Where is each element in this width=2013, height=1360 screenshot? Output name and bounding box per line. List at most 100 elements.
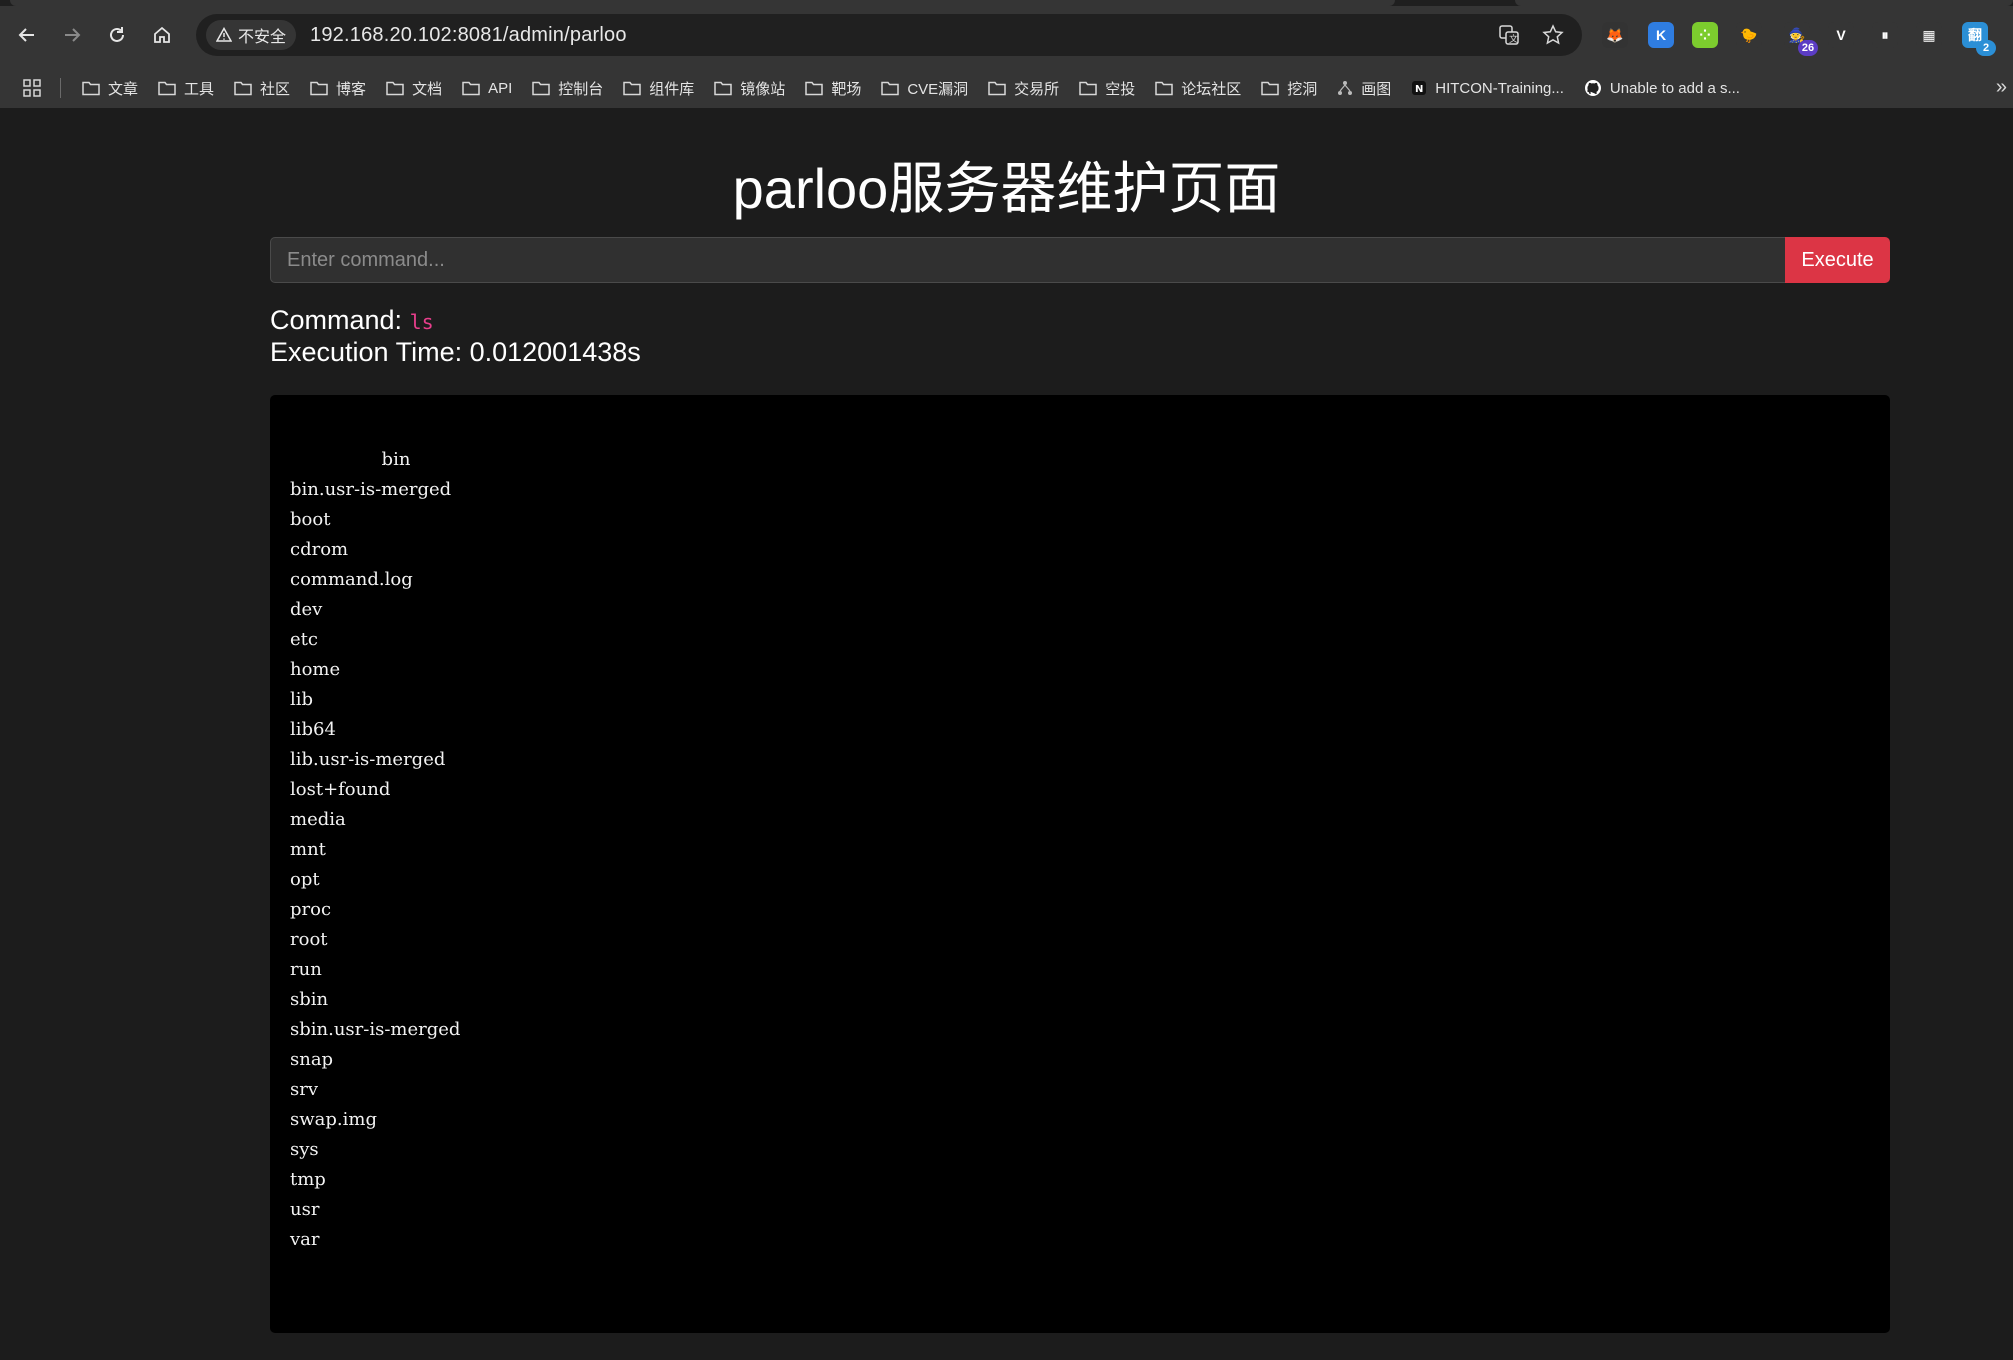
folder-icon xyxy=(310,80,328,96)
bookmark-item[interactable]: N HITCON-Training... xyxy=(1401,73,1574,103)
bookmark-item[interactable]: 交易所 xyxy=(978,73,1069,103)
bookmark-label: 靶场 xyxy=(831,80,862,98)
bookmark-item[interactable]: 镜像站 xyxy=(704,73,795,103)
folder-icon xyxy=(988,80,1006,96)
folder-icon xyxy=(82,80,100,96)
bookmarks-bar: 文章 工具 社区 博客 文档 API 控制台 组件库 镜像站 靶场 CVE漏洞 交易所 空投 论坛社区 挖洞… xyxy=(0,68,2013,109)
bookmark-item[interactable]: 论坛社区 xyxy=(1145,73,1251,103)
tab-strip-edge xyxy=(0,0,2013,6)
command-line: Command: ls xyxy=(270,305,434,336)
qr-ext-icon[interactable]: ▦ xyxy=(1916,22,1942,48)
reload-icon xyxy=(110,27,124,42)
folder-icon xyxy=(623,80,642,96)
pause-ext-icon[interactable]: ⏸ xyxy=(1872,22,1898,48)
bookmarks-separator xyxy=(60,78,61,98)
bookmark-label: 控制台 xyxy=(558,80,604,98)
exec-time-line: Execution Time: 0.012001438s xyxy=(270,337,641,368)
exec-time-label: Execution Time: xyxy=(270,337,470,367)
k-ext-icon[interactable]: K xyxy=(1648,22,1674,48)
bookmark-item[interactable]: 挖洞 xyxy=(1251,73,1327,103)
bookmark-label: 工具 xyxy=(184,80,215,98)
output-text: bin bin.usr-is-merged boot cdrom command… xyxy=(290,449,461,1250)
notion-icon: N xyxy=(1411,80,1427,96)
folder-icon xyxy=(1261,80,1279,96)
folder-icon xyxy=(1079,80,1097,96)
bookmark-item[interactable]: 靶场 xyxy=(795,73,871,103)
extension-badge: 2 xyxy=(1976,40,1996,56)
command-label: Command: xyxy=(270,305,410,335)
bookmark-item[interactable]: Unable to add a s... xyxy=(1574,73,1750,103)
folder-icon xyxy=(532,80,551,96)
bookmark-label: 文档 xyxy=(412,80,443,98)
folder-icon xyxy=(805,80,824,96)
folder-icon xyxy=(462,80,480,96)
translate-icon[interactable]: 文 xyxy=(1494,20,1524,50)
metamask-icon[interactable]: 🦊 xyxy=(1602,22,1628,48)
bookmark-label: HITCON-Training... xyxy=(1435,79,1564,97)
page-title: parloo服务器维护页面 xyxy=(732,157,1281,220)
folder-icon xyxy=(386,80,404,96)
dice-ext-icon[interactable]: ⁘ xyxy=(1692,22,1718,48)
bookmark-label: 文章 xyxy=(108,80,139,98)
command-form: Execute xyxy=(270,237,1890,283)
security-label: 不安全 xyxy=(238,29,287,46)
execute-button[interactable]: Execute xyxy=(1785,237,1890,283)
page-content: parloo服务器维护页面 Execute Command: ls Execut… xyxy=(0,108,2013,1360)
bookmark-item[interactable]: 控制台 xyxy=(522,73,613,103)
command-output: bin bin.usr-is-merged boot cdrom command… xyxy=(270,395,1890,1333)
bookmark-star-icon[interactable] xyxy=(1538,20,1568,50)
bookmark-label: 论坛社区 xyxy=(1181,80,1242,98)
command-value: ls xyxy=(409,310,434,334)
svg-text:文: 文 xyxy=(1509,33,1518,45)
active-tab-edge[interactable] xyxy=(10,0,1395,6)
bookmark-label: 画图 xyxy=(1361,80,1392,98)
bookmark-item[interactable]: 画图 xyxy=(1327,73,1401,103)
command-input[interactable] xyxy=(270,237,1785,283)
translate-ext-icon[interactable]: 翻2 xyxy=(1962,22,1996,56)
exec-time-value: 0.012001438s xyxy=(469,337,641,367)
bookmark-label: API xyxy=(488,79,513,97)
bookmark-item[interactable]: 博客 xyxy=(300,73,376,103)
bookmark-item[interactable]: 空投 xyxy=(1069,73,1145,103)
drawio-icon xyxy=(1337,80,1353,96)
forward-button[interactable] xyxy=(55,18,89,52)
apps-grid-icon[interactable] xyxy=(22,78,42,98)
svg-text:N: N xyxy=(1415,84,1423,95)
bookmark-label: 组件库 xyxy=(649,80,695,98)
bookmark-list: 文章 工具 社区 博客 文档 API 控制台 组件库 镜像站 靶场 CVE漏洞 交易所 空投 论坛社区 挖洞… xyxy=(72,68,1750,108)
bookmark-label: 挖洞 xyxy=(1287,80,1318,98)
bookmark-item[interactable]: API xyxy=(452,73,522,103)
bookmark-label: 空投 xyxy=(1105,80,1136,98)
extension-badge: 26 xyxy=(1798,40,1818,56)
wizard-ext-icon[interactable]: 🧙 26 xyxy=(1784,22,1818,56)
folder-icon xyxy=(881,80,900,96)
bookmark-item[interactable]: 文档 xyxy=(376,73,452,103)
bookmark-item[interactable]: 工具 xyxy=(148,73,224,103)
bookmark-label: 镜像站 xyxy=(740,80,786,98)
url-text[interactable]: 192.168.20.102:8081/admin/parloo xyxy=(310,24,627,47)
warning-icon xyxy=(216,27,232,42)
inactive-tab-edge[interactable] xyxy=(1515,0,2013,6)
v-ext-icon[interactable]: V xyxy=(1828,22,1854,48)
security-chip[interactable]: 不安全 xyxy=(206,20,297,50)
bookmark-item[interactable]: 社区 xyxy=(224,73,300,103)
bookmark-item[interactable]: 组件库 xyxy=(613,73,704,103)
bookmark-item[interactable]: 文章 xyxy=(72,73,148,103)
bird-ext-icon[interactable]: 🐤 xyxy=(1736,22,1762,48)
arrow-right-icon xyxy=(65,28,81,42)
address-bar[interactable]: 不安全 192.168.20.102:8081/admin/parloo 文 xyxy=(196,14,1582,56)
reload-button[interactable] xyxy=(100,18,134,52)
folder-icon xyxy=(234,80,252,96)
folder-icon xyxy=(158,80,176,96)
chevron-more-icon[interactable]: » xyxy=(1996,76,2007,99)
github-icon xyxy=(1584,79,1602,97)
bookmark-item[interactable]: CVE漏洞 xyxy=(871,73,978,103)
home-icon xyxy=(154,26,170,43)
home-button[interactable] xyxy=(145,18,179,52)
bookmark-label: 社区 xyxy=(260,80,291,98)
arrow-left-icon xyxy=(18,28,34,42)
back-button[interactable] xyxy=(10,18,44,52)
browser-toolbar: 不安全 192.168.20.102:8081/admin/parloo 文 🦊… xyxy=(0,0,2013,68)
folder-icon xyxy=(714,80,733,96)
bookmark-label: 交易所 xyxy=(1014,80,1060,98)
